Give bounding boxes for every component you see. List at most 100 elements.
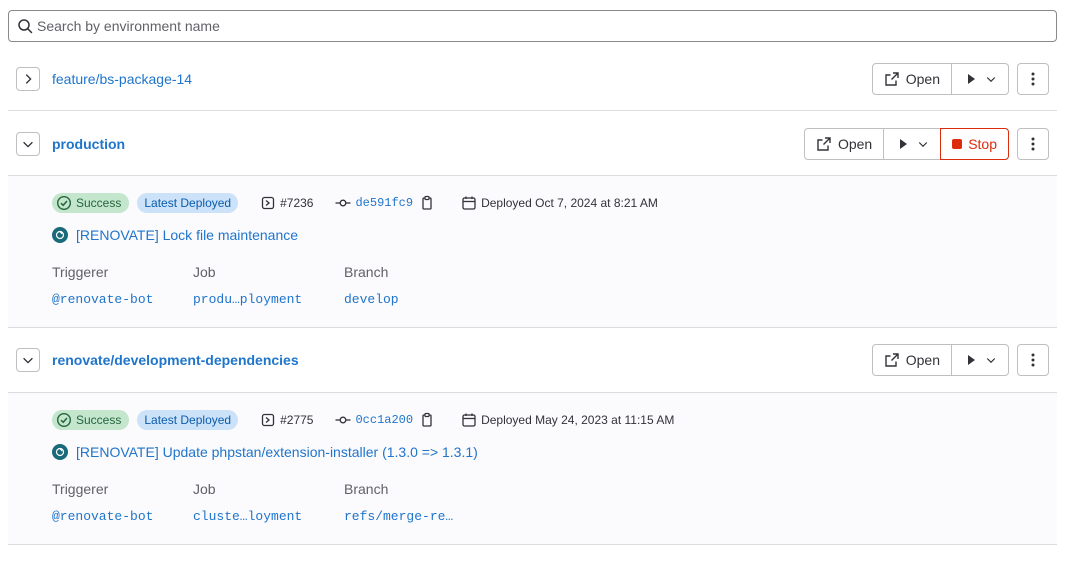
kebab-menu-icon xyxy=(1031,353,1035,367)
renovate-bot-avatar xyxy=(52,227,68,243)
open-button-label: Open xyxy=(905,71,940,87)
commit-row: [RENOVATE] Update phpstan/extension-inst… xyxy=(52,444,478,460)
divider xyxy=(8,327,1057,328)
chevron-right-icon xyxy=(25,74,32,84)
copy-icon[interactable] xyxy=(419,195,435,211)
environment-name-link[interactable]: renovate/development-dependencies xyxy=(52,352,299,368)
pipeline-icon xyxy=(261,413,275,427)
external-link-icon xyxy=(885,72,899,86)
pipeline-icon xyxy=(261,196,275,210)
commit-sha: 0cc1a200 xyxy=(335,412,439,428)
commit-sha: de591fc9 xyxy=(335,195,439,211)
open-button[interactable]: Open xyxy=(803,128,885,160)
commit-title-link[interactable]: [RENOVATE] Lock file maintenance xyxy=(76,227,298,243)
deployed-date: Deployed Oct 7, 2024 at 8:21 AM xyxy=(461,195,658,211)
stop-icon xyxy=(952,139,963,149)
environment-actions: Open xyxy=(871,344,1049,376)
chevron-down-icon xyxy=(23,357,33,364)
commit-title-link[interactable]: [RENOVATE] Update phpstan/extension-inst… xyxy=(76,444,478,460)
deployed-date-text: Deployed Oct 7, 2024 at 8:21 AM xyxy=(481,196,658,210)
deploy-dropdown-button[interactable] xyxy=(952,63,1009,95)
branch-label: Branch xyxy=(344,264,389,280)
collapse-toggle-button[interactable] xyxy=(16,132,40,156)
triggerer-link[interactable]: @renovate-bot xyxy=(52,292,153,307)
deployment-details-production: Success Latest Deployed #7236 de591fc9 D… xyxy=(8,176,1057,327)
pipeline-id: #2775 xyxy=(280,413,314,427)
chevron-down-icon xyxy=(919,142,928,148)
latest-deployed-badge: Latest Deployed xyxy=(137,410,239,430)
commit-icon xyxy=(335,199,351,207)
branch-label: Branch xyxy=(344,481,389,497)
deployment-meta: Success Latest Deployed #7236 de591fc9 D… xyxy=(52,193,658,213)
environment-row-feature: feature/bs-package-14 Open xyxy=(8,63,1057,95)
more-actions-button[interactable] xyxy=(1017,63,1049,95)
open-button[interactable]: Open xyxy=(871,344,952,376)
more-actions-button[interactable] xyxy=(1017,344,1049,376)
status-badge[interactable]: Success xyxy=(52,410,130,430)
environment-name-link[interactable]: production xyxy=(52,136,125,152)
more-actions-button[interactable] xyxy=(1017,128,1049,160)
status-badge[interactable]: Success xyxy=(52,193,130,213)
environment-actions: Open xyxy=(871,63,1049,95)
external-link-icon xyxy=(817,137,831,151)
calendar-icon xyxy=(462,196,476,210)
renovate-logo-icon xyxy=(55,230,65,240)
status-text: Success xyxy=(76,413,122,427)
pipeline-id: #7236 xyxy=(280,196,314,210)
job-link[interactable]: produ…ployment xyxy=(193,292,302,307)
triggerer-label: Triggerer xyxy=(52,264,109,280)
chevron-down-icon xyxy=(986,77,996,83)
kebab-menu-icon xyxy=(1031,72,1035,86)
triggerer-label: Triggerer xyxy=(52,481,109,497)
open-button-label: Open xyxy=(837,136,873,152)
chevron-down-icon xyxy=(986,358,996,364)
stop-button[interactable]: Stop xyxy=(940,128,1009,160)
deployed-date-text: Deployed May 24, 2023 at 11:15 AM xyxy=(481,413,675,427)
copy-icon[interactable] xyxy=(419,412,435,428)
renovate-bot-avatar xyxy=(52,444,68,460)
environment-actions: Open Stop xyxy=(803,128,1049,160)
collapse-toggle-button[interactable] xyxy=(16,348,40,372)
branch-link[interactable]: refs/merge-re… xyxy=(344,509,453,524)
divider xyxy=(8,544,1057,545)
open-button-label: Open xyxy=(905,352,940,368)
deployed-date: Deployed May 24, 2023 at 11:15 AM xyxy=(461,412,674,428)
open-button[interactable]: Open xyxy=(871,63,952,95)
external-link-icon xyxy=(885,353,899,367)
branch-link[interactable]: develop xyxy=(344,292,399,307)
pipeline-link[interactable]: #7236 xyxy=(260,195,313,211)
job-link[interactable]: cluste…loyment xyxy=(193,509,302,524)
check-circle-icon xyxy=(56,195,72,211)
divider xyxy=(8,110,1057,111)
renovate-logo-icon xyxy=(55,447,65,457)
deploy-dropdown-button[interactable] xyxy=(952,344,1009,376)
environment-row-production: production Open Stop xyxy=(8,128,1057,160)
play-icon xyxy=(968,74,975,84)
stop-button-label: Stop xyxy=(968,136,997,152)
deploy-dropdown-button[interactable] xyxy=(884,128,942,160)
environment-row-renovate: renovate/development-dependencies Open xyxy=(8,344,1057,376)
deployment-details-renovate: Success Latest Deployed #2775 0cc1a200 D… xyxy=(8,393,1057,544)
job-label: Job xyxy=(193,481,216,497)
latest-deployed-badge: Latest Deployed xyxy=(137,193,239,213)
job-label: Job xyxy=(193,264,216,280)
deployment-meta: Success Latest Deployed #2775 0cc1a200 D… xyxy=(52,410,674,430)
commit-sha-link[interactable]: de591fc9 xyxy=(355,196,413,210)
search-box[interactable] xyxy=(8,10,1057,42)
commit-icon xyxy=(335,416,351,424)
check-circle-icon xyxy=(56,412,72,428)
search-input[interactable] xyxy=(37,12,1056,40)
search-icon xyxy=(18,19,33,34)
expand-toggle-button[interactable] xyxy=(16,67,40,91)
commit-row: [RENOVATE] Lock file maintenance xyxy=(52,227,298,243)
chevron-down-icon xyxy=(23,141,33,148)
calendar-icon xyxy=(462,413,476,427)
commit-sha-link[interactable]: 0cc1a200 xyxy=(355,413,413,427)
environment-name-link[interactable]: feature/bs-package-14 xyxy=(52,71,192,87)
pipeline-link[interactable]: #2775 xyxy=(260,412,313,428)
kebab-menu-icon xyxy=(1031,137,1035,151)
play-icon xyxy=(968,355,975,365)
triggerer-link[interactable]: @renovate-bot xyxy=(52,509,153,524)
status-text: Success xyxy=(76,196,122,210)
play-icon xyxy=(900,139,908,149)
